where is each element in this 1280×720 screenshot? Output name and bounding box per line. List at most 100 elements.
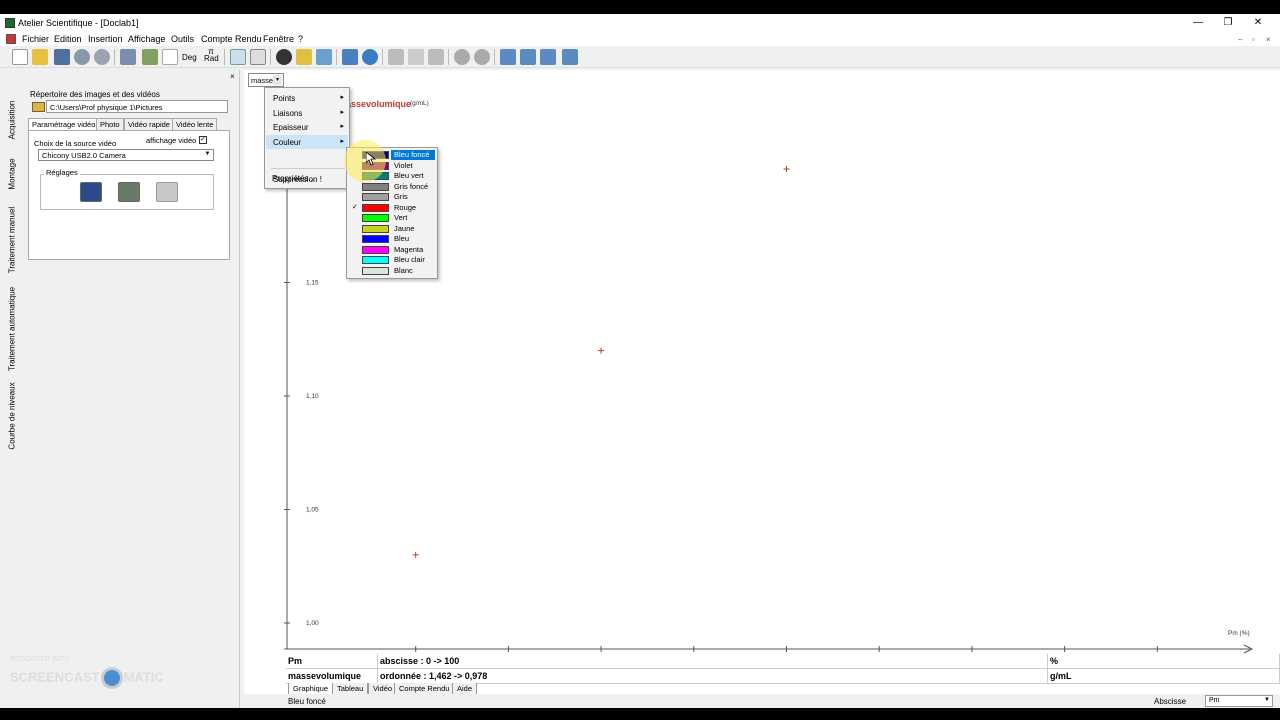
- menu-insertion[interactable]: Insertion: [88, 34, 123, 44]
- menu-item-liaisons[interactable]: Liaisons ▸: [266, 106, 348, 120]
- directory-path-field[interactable]: C:\Users\Prof physique 1\Pictures: [46, 100, 228, 113]
- tab-photo[interactable]: Photo: [96, 118, 124, 130]
- new-file-icon[interactable]: [12, 49, 28, 65]
- chevron-right-icon: ▸: [340, 138, 344, 145]
- paste-icon[interactable]: [428, 49, 444, 65]
- chevron-right-icon: ▸: [340, 123, 344, 130]
- function-icon[interactable]: [162, 49, 178, 65]
- menu-affichage[interactable]: Affichage: [128, 34, 165, 44]
- menu-item-couleur[interactable]: Couleur ▸: [266, 135, 348, 149]
- rad-button[interactable]: π Rad: [204, 48, 219, 63]
- color-option-label: Blanc: [394, 265, 413, 275]
- target-icon[interactable]: [276, 49, 292, 65]
- color-option-label: Vert: [394, 213, 408, 222]
- menu-item-epaisseur[interactable]: Epaisseur ▸: [266, 120, 348, 134]
- abscisse-select[interactable]: Pm ▼: [1205, 695, 1273, 707]
- window-tile-icon[interactable]: [520, 49, 536, 65]
- mdi-restore-button[interactable]: ▫: [1252, 35, 1255, 44]
- watermark-top-text: RECORDED WITH: [10, 656, 70, 663]
- magic-wand-icon[interactable]: [296, 49, 312, 65]
- window-tile-vertical-icon[interactable]: [540, 49, 556, 65]
- table-icon[interactable]: [120, 49, 136, 65]
- video-source-select[interactable]: Chicony USB2.0 Camera ▼: [38, 149, 214, 161]
- affichage-video-checkbox[interactable]: ✓: [199, 136, 207, 144]
- vtab-courbe-niveaux[interactable]: Courbe de niveaux: [3, 376, 21, 456]
- y-tick-label: 1,15: [306, 280, 319, 287]
- color-option-label: Bleu vert: [394, 171, 424, 180]
- y-tick-label: 1,10: [306, 393, 319, 400]
- cut-icon[interactable]: [388, 49, 404, 65]
- redo-icon[interactable]: [474, 49, 490, 65]
- tab-parametrage-video[interactable]: Paramétrage vidéo: [28, 118, 100, 130]
- tab-video-rapide[interactable]: Vidéo rapide: [124, 118, 174, 130]
- camera-settings-icon[interactable]: [118, 182, 140, 202]
- menu-compte-rendu[interactable]: Compte Rendu: [201, 34, 262, 44]
- color-option[interactable]: Gris: [348, 192, 436, 203]
- display-settings-icon[interactable]: [80, 182, 102, 202]
- y-variable-name[interactable]: massevolumique: [286, 669, 378, 684]
- color-option[interactable]: Bleu: [348, 234, 436, 245]
- screencast-logo-icon: [100, 667, 123, 689]
- menu-item-label: Liaisons: [273, 109, 303, 118]
- color-option[interactable]: Vert: [348, 213, 436, 224]
- modelisation-icon[interactable]: [362, 49, 378, 65]
- data-point[interactable]: [412, 551, 419, 558]
- deg-button[interactable]: Deg: [182, 54, 197, 62]
- mdi-close-button[interactable]: ×: [1266, 35, 1271, 44]
- transform-icon[interactable]: [342, 49, 358, 65]
- menu-help[interactable]: ?: [298, 34, 303, 44]
- color-option[interactable]: Magenta: [348, 245, 436, 256]
- save-icon[interactable]: [54, 49, 70, 65]
- open-folder-icon[interactable]: [32, 49, 48, 65]
- window-cascade-icon[interactable]: [500, 49, 516, 65]
- menu-fenetre[interactable]: Fenêtre: [263, 34, 294, 44]
- notes-icon[interactable]: [316, 49, 332, 65]
- menu-edition[interactable]: Edition: [54, 34, 82, 44]
- menu-outils[interactable]: Outils: [171, 34, 194, 44]
- camera-icon[interactable]: [94, 49, 110, 65]
- crosshair-icon[interactable]: [250, 49, 266, 65]
- color-option[interactable]: Jaune: [348, 224, 436, 235]
- close-button[interactable]: ✕: [1244, 16, 1272, 30]
- chevron-down-icon: ▾: [273, 75, 282, 85]
- vtab-traitement-manuel[interactable]: Traitement manuel: [3, 198, 21, 282]
- vtab-traitement-automatique[interactable]: Traitement automatique: [3, 284, 21, 374]
- color-option-label: Gris: [394, 192, 408, 201]
- acquisition-icon[interactable]: [74, 49, 90, 65]
- color-option[interactable]: ✓ Rouge: [348, 203, 436, 214]
- data-point[interactable]: [598, 347, 605, 354]
- menu-item-points[interactable]: Points ▸: [266, 91, 348, 105]
- curve-select[interactable]: masse ▾: [248, 73, 284, 87]
- mdi-minimize-button[interactable]: –: [1238, 35, 1242, 44]
- data-point[interactable]: [783, 166, 790, 172]
- tab-video-lente[interactable]: Vidéo lente: [172, 118, 218, 130]
- menu-item-proprietes[interactable]: Propriétés...: [265, 171, 347, 185]
- x-range: abscisse : 0 -> 100: [378, 654, 1048, 669]
- color-option[interactable]: Blanc: [348, 266, 436, 277]
- grid-icon[interactable]: [230, 49, 246, 65]
- color-option-label: Violet: [394, 160, 413, 170]
- y-unit: g/mL: [1048, 669, 1280, 684]
- curve-tool-icon[interactable]: [142, 49, 158, 65]
- maximize-button[interactable]: ❐: [1214, 16, 1242, 30]
- color-option-label: Bleu foncé: [391, 150, 435, 160]
- vtab-acquisition[interactable]: Acquisition: [3, 90, 21, 150]
- menu-fichier[interactable]: Fichier: [22, 34, 49, 44]
- window-arrange-icon[interactable]: [562, 49, 578, 65]
- copy-icon[interactable]: [408, 49, 424, 65]
- document-icon[interactable]: [6, 34, 16, 44]
- disabled-settings-icon[interactable]: [156, 182, 178, 202]
- color-swatch: [362, 214, 389, 222]
- folder-icon[interactable]: [32, 102, 45, 112]
- window-title: Atelier Scientifique - [Doclab1]: [18, 18, 139, 28]
- minimize-button[interactable]: —: [1184, 16, 1212, 30]
- panel-close-button[interactable]: ×: [230, 72, 235, 81]
- vtab-montage[interactable]: Montage: [3, 152, 21, 196]
- color-option[interactable]: Bleu clair: [348, 255, 436, 266]
- color-option[interactable]: Gris foncé: [348, 182, 436, 193]
- y-range: ordonnée : 1,462 -> 0,978: [378, 669, 1048, 684]
- color-swatch: [362, 203, 389, 212]
- menu-bar: Fichier Edition Insertion Affichage Outi…: [0, 32, 1280, 46]
- undo-icon[interactable]: [454, 49, 470, 65]
- x-variable-name[interactable]: Pm: [286, 654, 378, 669]
